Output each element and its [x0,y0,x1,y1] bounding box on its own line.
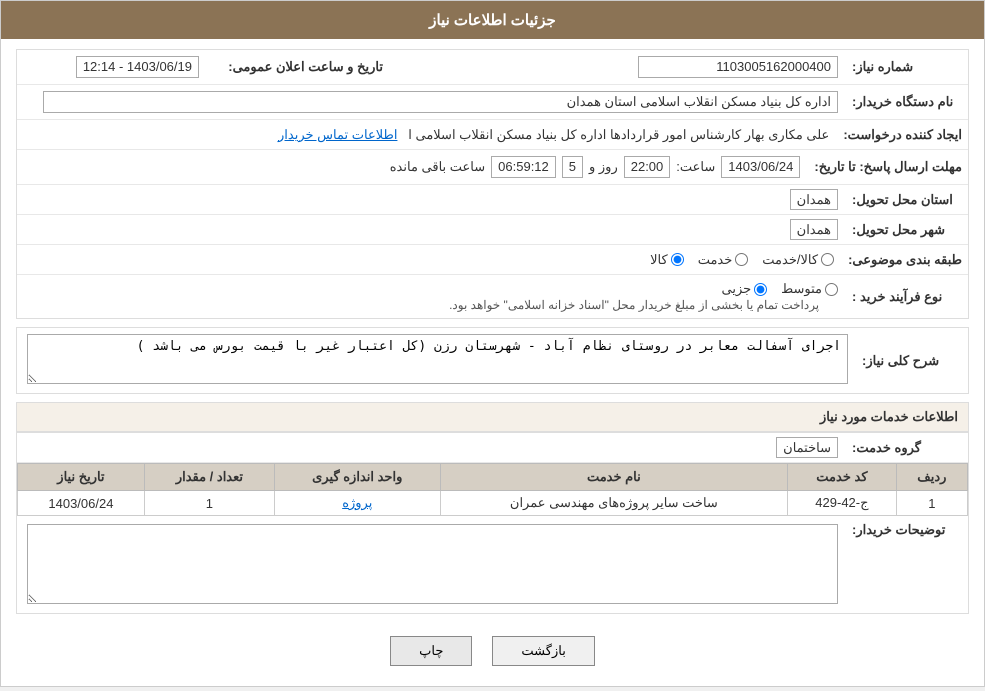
cat-kala-khadamat-item: کالا/خدمت [762,252,834,268]
cat-khadamat-label: خدمت [698,252,733,268]
service-table: ردیف کد خدمت نام خدمت واحد اندازه گیری ت… [17,463,968,516]
buttons-row: بازگشت چاپ [16,622,969,676]
cat-kala-khadamat-label: کالا/خدمت [762,252,818,268]
sharh-section: شرح کلی نیاز: [16,327,969,394]
services-section: گروه خدمت: ساختمان ردیف کد خدمت نام خدمت… [16,432,969,614]
province-label: استان محل تحویل: [842,192,962,208]
group-value: ساختمان [776,437,838,458]
row-sharh: شرح کلی نیاز: [17,328,968,393]
city-value: همدان [790,219,838,240]
td-code-0: ج-42-429 [788,491,897,516]
desc-label: توضیحات خریدار: [842,522,962,538]
row-desc: توضیحات خریدار: [17,516,968,613]
row-neaz-number: شماره نیاز: 1103005162000400 تاریخ و ساع… [17,50,968,85]
th-date: تاریخ نیاز [18,464,145,491]
sharh-label: شرح کلی نیاز: [852,353,962,369]
contact-link[interactable]: اطلاعات تماس خریدار [278,127,397,142]
page-title: جزئیات اطلاعات نیاز [1,1,984,39]
deadline-date: 1403/06/24 [721,156,800,178]
deadline-days-label: روز و [589,159,618,175]
row-group: گروه خدمت: ساختمان [17,433,968,463]
remaining-time: 06:59:12 [491,156,556,178]
row-city: شهر محل تحویل: همدان [17,215,968,245]
requester-value: علی مکاری بهار کارشناس امور قراردادها اد… [408,127,829,142]
td-qty-0: 1 [144,491,274,516]
row-buyer-org: نام دستگاه خریدار: اداره کل بنیاد مسکن ا… [17,85,968,120]
row-requester: ایجاد کننده درخواست: علی مکاری بهار کارش… [17,120,968,150]
purchase-note: پرداخت تمام یا بخشی از مبلغ خریدار محل "… [441,294,827,316]
cat-kala-label: کالا [650,252,668,268]
neaz-number-value: 1103005162000400 [638,56,838,78]
buyer-org-value: اداره کل بنیاد مسکن انقلاب اسلامی استان … [43,91,838,113]
remaining-label: ساعت باقی مانده [390,159,485,175]
td-unit-0: پروژه [274,491,440,516]
cat-khadamat-item: خدمت [698,252,749,268]
td-date-0: 1403/06/24 [18,491,145,516]
announce-date-value: 1403/06/19 - 12:14 [76,56,199,78]
deadline-date-row: 1403/06/24 ساعت: 22:00 روز و 5 06:59:12 … [27,156,800,178]
purchase-type-label: نوع فرآیند خرید : [842,289,962,305]
cat-khadamat-radio[interactable] [735,253,748,266]
city-label: شهر محل تحویل: [842,222,962,238]
th-qty: تعداد / مقدار [144,464,274,491]
back-button[interactable]: بازگشت [492,636,594,666]
buyer-org-label: نام دستگاه خریدار: [842,94,962,110]
group-label: گروه خدمت: [842,440,962,456]
page-wrapper: جزئیات اطلاعات نیاز شماره نیاز: 11030051… [0,0,985,687]
cat-kala-khadamat-radio[interactable] [821,253,834,266]
province-value: همدان [790,189,838,210]
cat-kala-item: کالا [650,252,684,268]
category-label: طبقه بندی موضوعی: [838,252,962,268]
th-unit: واحد اندازه گیری [274,464,440,491]
requester-label: ایجاد کننده درخواست: [833,127,962,143]
th-code: کد خدمت [788,464,897,491]
announce-date-label: تاریخ و ساعت اعلان عمومی: [203,59,383,75]
row-purchase-type: نوع فرآیند خرید : متوسط جزیی پرداخت [17,275,968,318]
deadline-time: 22:00 [624,156,671,178]
sharh-input[interactable] [27,334,848,384]
row-category: طبقه بندی موضوعی: کالا/خدمت خدمت [17,245,968,275]
deadline-days: 5 [562,156,583,178]
neaz-number-label: شماره نیاز: [842,59,962,75]
td-name-0: ساخت سایر پروژه‌های مهندسی عمران [440,491,788,516]
td-row-0: 1 [896,491,967,516]
print-button[interactable]: چاپ [390,636,472,666]
deadline-time-label: ساعت: [676,159,715,175]
th-name: نام خدمت [440,464,788,491]
deadline-label: مهلت ارسال پاسخ: تا تاریخ: [804,159,962,175]
services-section-title: اطلاعات خدمات مورد نیاز [16,402,969,432]
cat-kala-radio[interactable] [671,253,684,266]
th-row: ردیف [896,464,967,491]
content-area: شماره نیاز: 1103005162000400 تاریخ و ساع… [1,39,984,686]
row-province: استان محل تحویل: همدان [17,185,968,215]
main-info-section: شماره نیاز: 1103005162000400 تاریخ و ساع… [16,49,969,319]
row-deadline: مهلت ارسال پاسخ: تا تاریخ: 1403/06/24 سا… [17,150,968,185]
category-radio-group: کالا/خدمت خدمت کالا [27,252,834,268]
desc-input[interactable] [27,524,838,604]
table-row: 1 ج-42-429 ساخت سایر پروژه‌های مهندسی عم… [18,491,968,516]
